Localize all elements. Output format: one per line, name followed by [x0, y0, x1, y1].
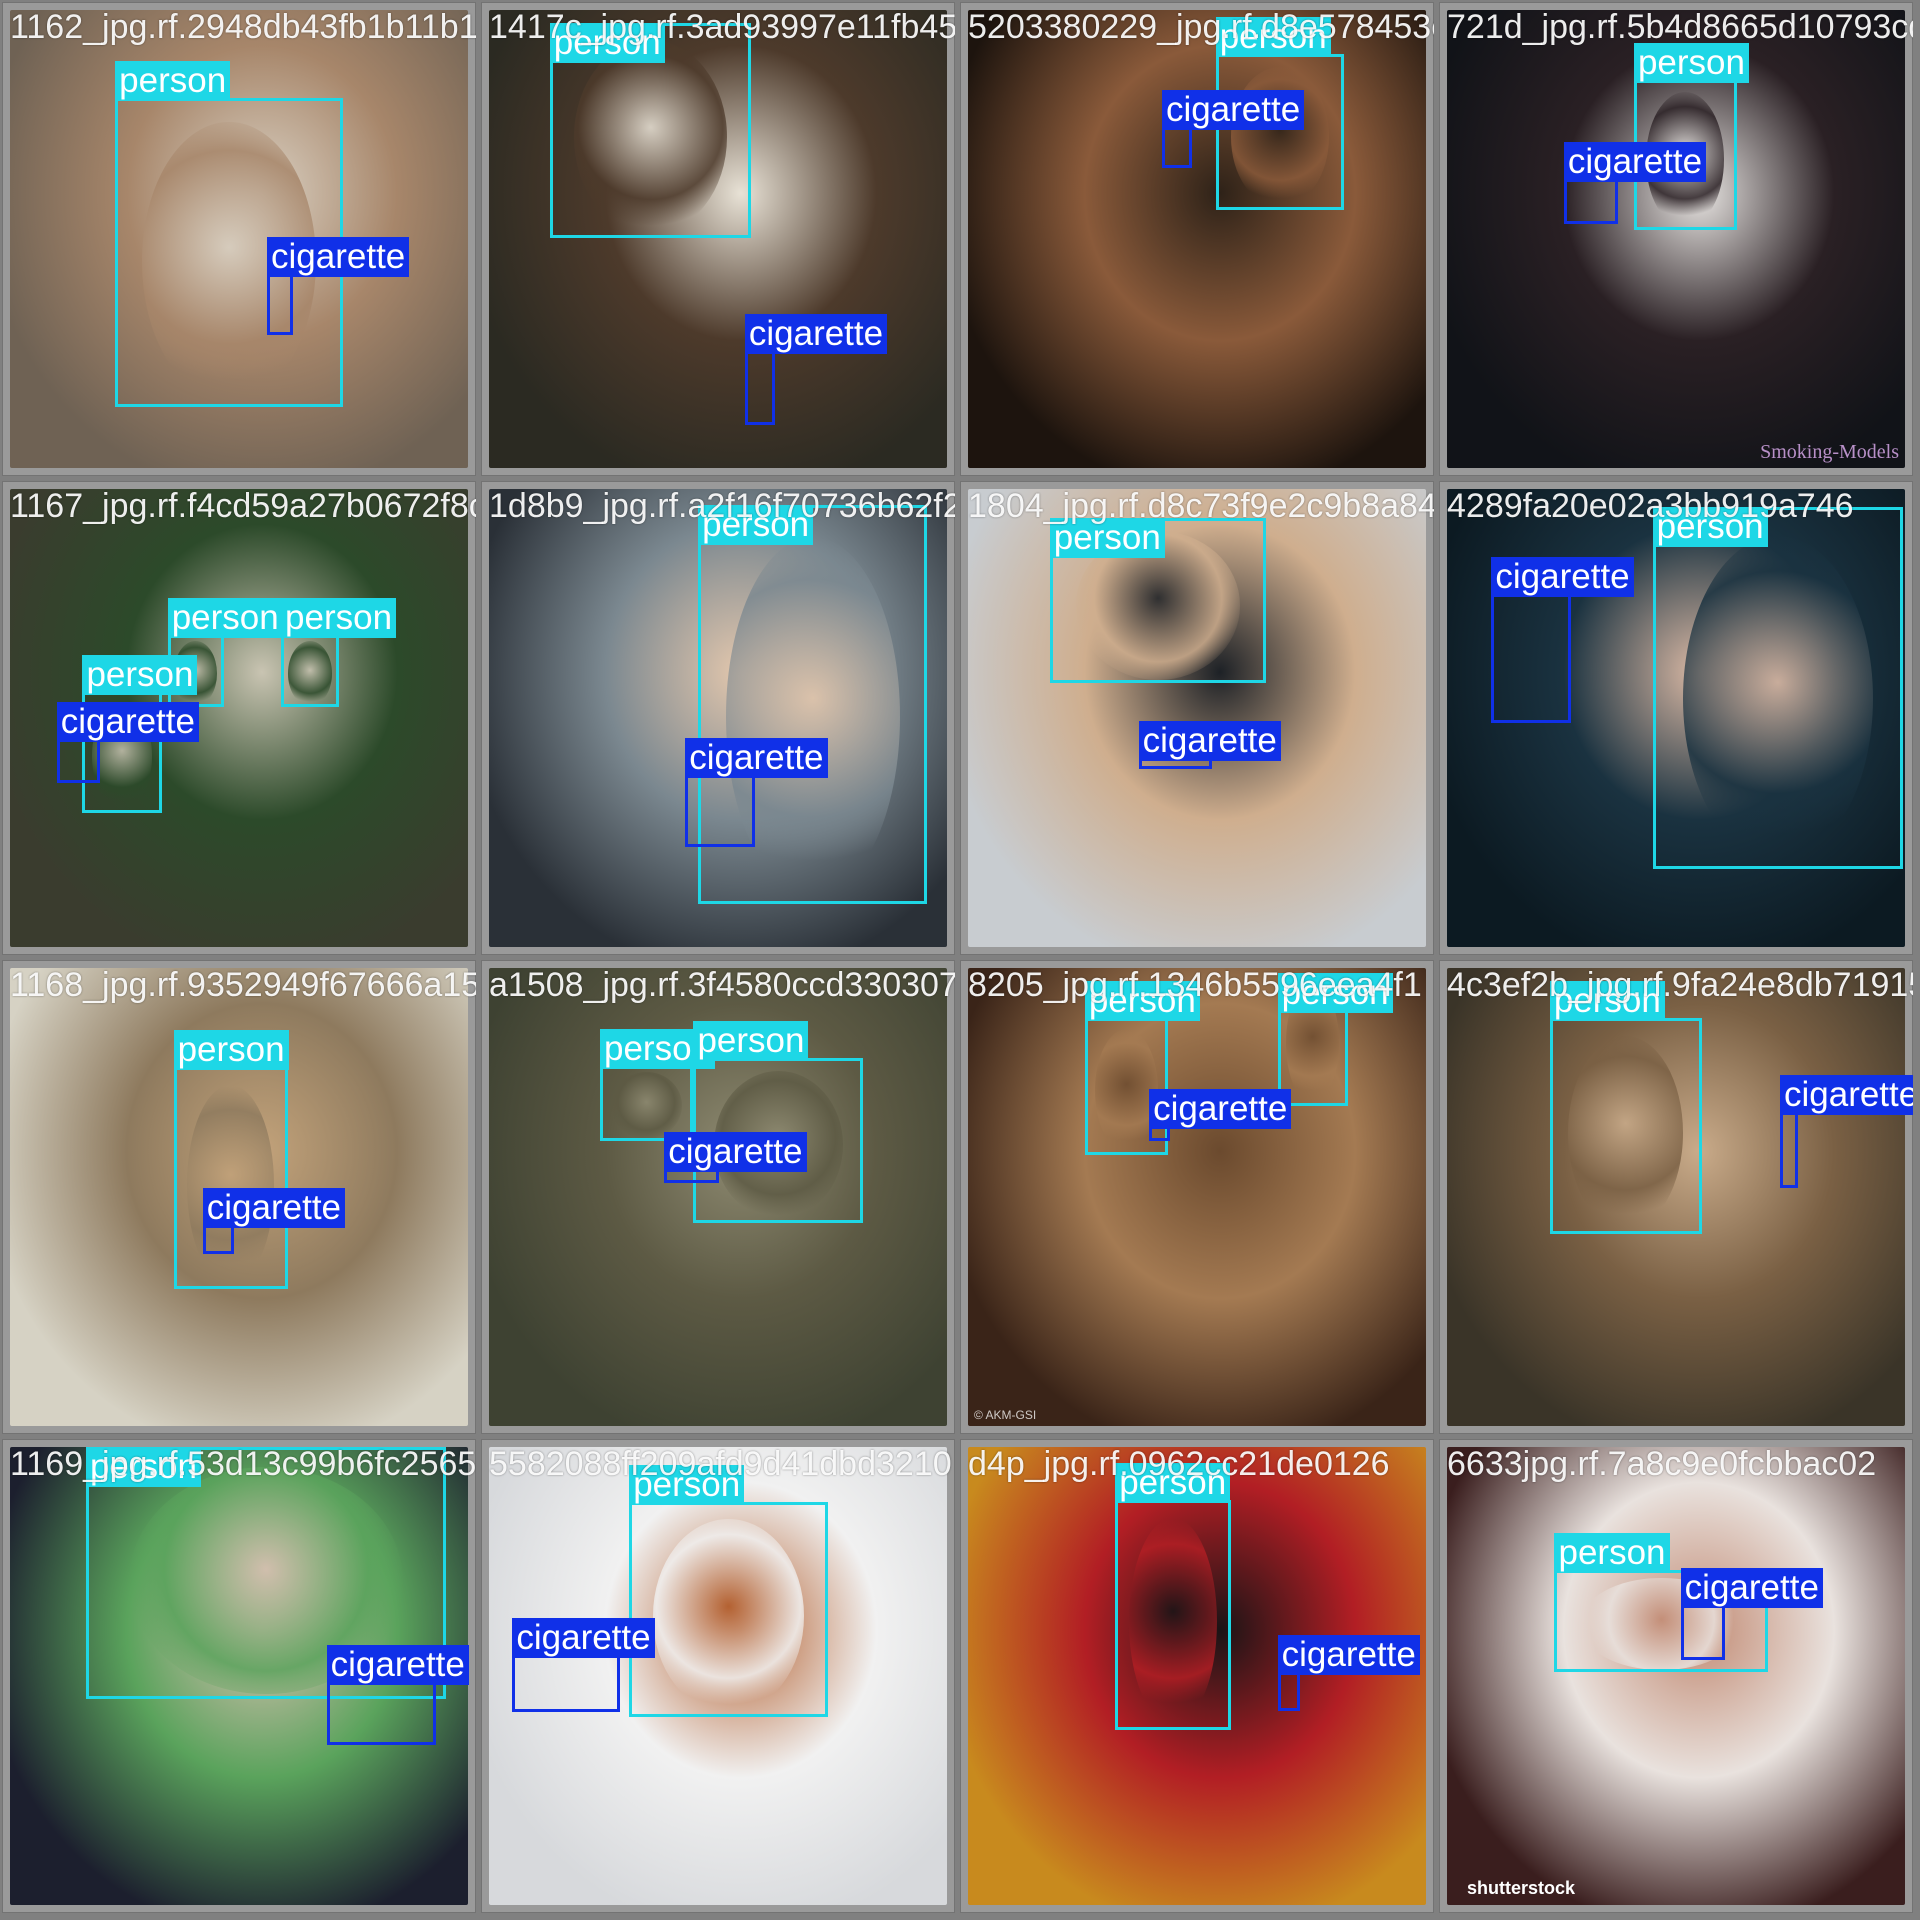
mosaic-tile: person cigarette 1169_jpg.rf.53d13c99b6fc2…	[2, 1439, 476, 1913]
cigarette-detection-box: cigarette	[685, 738, 828, 847]
detection-label: cigarette	[1277, 1635, 1420, 1676]
person-detection-box: person	[1049, 518, 1266, 683]
person-detection-box: person	[1652, 506, 1903, 869]
detection-label: person	[281, 598, 397, 639]
photo-watermark: shutterstock	[1467, 1878, 1576, 1898]
cigarette-detection-box: cigarette	[1149, 1088, 1292, 1141]
cigarette-detection-box: cigarette	[202, 1188, 346, 1255]
cigarette-detection-box: cigarette	[1779, 1074, 1913, 1188]
cigarette-detection-box: cigarette	[744, 314, 888, 425]
detection-label: cigarette	[56, 702, 199, 743]
cigarette-detection-box: cigarette	[1277, 1635, 1420, 1712]
detection-label: cigarette	[1161, 89, 1305, 130]
mosaic-tile: person cigarette 1d8b9_jpg.rf.a2f16f70736b…	[481, 481, 955, 955]
cigarette-detection-box: cigarette	[1138, 720, 1281, 770]
detection-label: cigarette	[1138, 720, 1281, 761]
mosaic-tile: person person cigarette a1508_jpg.rf.3f4580…	[481, 960, 955, 1434]
detection-label: person	[698, 505, 814, 546]
cigarette-detection-box: cigarette	[267, 237, 410, 335]
cigarette-detection-box: cigarette	[1161, 89, 1305, 168]
mosaic-tile: person cigarette shutterstock 6633jpg.rf.7a…	[1439, 1439, 1913, 1913]
detection-label: cigarette	[685, 738, 828, 779]
detection-label: cigarette	[1149, 1088, 1292, 1129]
detection-label: cigarette	[1779, 1074, 1913, 1115]
mosaic-tile: person person cigarette © AKM-GSI 8205_jpg.r…	[960, 960, 1434, 1434]
mosaic-tile: person cigarette 1804_jpg.rf.d8c73f9e2c9b8…	[960, 481, 1434, 955]
detection-label: person	[82, 655, 198, 696]
mosaic-tile: person cigarette 5203380229_jpg.rf.d8e5784…	[960, 2, 1434, 476]
person-detection-box: person	[173, 1030, 289, 1290]
detection-label: cigarette	[202, 1188, 346, 1229]
person-detection-box: person	[1277, 972, 1393, 1106]
cigarette-detection-box: cigarette	[512, 1617, 655, 1713]
mosaic-tile: person cigarette 1168_jpg.rf.9352949f67666…	[2, 960, 476, 1434]
cigarette-detection-box: cigarette	[664, 1131, 807, 1183]
detection-label: person	[1633, 43, 1749, 84]
detection-label: cigarette	[664, 1131, 807, 1172]
detection-label: person	[1084, 981, 1200, 1022]
detection-label: cigarette	[1491, 557, 1634, 598]
detection-label: person	[629, 1464, 745, 1505]
cigarette-detection-box: cigarette	[56, 702, 199, 784]
detection-label: person	[1652, 506, 1768, 547]
mosaic-tile: person cigarette 1162_jpg.rf.2948db43fb1b1…	[2, 2, 476, 476]
cigarette-detection-box: cigarette	[1563, 142, 1707, 224]
mosaic-tile: person cigarette d4p_jpg.rf.0962cc21de0126	[960, 1439, 1434, 1913]
photo-watermark: © AKM-GSI	[974, 1408, 1037, 1422]
detection-label: person	[1049, 518, 1165, 559]
person-detection-box: person	[629, 1464, 828, 1717]
detection-label: cigarette	[1680, 1567, 1823, 1608]
detection-label: person	[1549, 981, 1665, 1022]
detection-label: cigarette	[512, 1617, 655, 1658]
photo	[1447, 1447, 1905, 1905]
photo	[968, 968, 1426, 1426]
mosaic-tile: person cigarette 5582088ff209afd9d41dbd321…	[481, 1439, 955, 1913]
detection-label: cigarette	[744, 314, 888, 355]
person-detection-box: person	[1215, 17, 1345, 210]
detection-label: person	[1277, 972, 1393, 1013]
mosaic-tile: person cigarette 4289fa20e02a3bb919a746	[1439, 481, 1913, 955]
detection-label: person	[1554, 1532, 1670, 1573]
photo	[968, 10, 1426, 468]
detection-label: person	[693, 1020, 809, 1061]
mosaic-tile: person person person cigarette 1167_jpg.rf.f…	[2, 481, 476, 955]
detection-label: person	[1115, 1462, 1231, 1503]
person-detection-box: person	[549, 22, 751, 238]
detection-mosaic: person cigarette 1162_jpg.rf.2948db43fb1b1…	[0, 0, 1920, 1920]
mosaic-tile: person cigarette 4c3ef2b_jpg.rf.9fa24e8db7…	[1439, 960, 1913, 1434]
mosaic-tile: person cigarette Smoking-Models 721d_jpg.rf…	[1439, 2, 1913, 476]
detection-label: person	[173, 1030, 289, 1071]
detection-label: person	[115, 60, 231, 101]
cigarette-detection-box: cigarette	[1680, 1567, 1823, 1660]
photo-watermark: Smoking-Models	[1760, 441, 1899, 463]
detection-label: cigarette	[326, 1644, 469, 1685]
cigarette-detection-box: cigarette	[326, 1644, 469, 1745]
person-detection-box: person	[281, 598, 397, 708]
detection-label: person	[549, 22, 665, 63]
cigarette-detection-box: cigarette	[1491, 557, 1634, 723]
detection-label: cigarette	[1563, 142, 1707, 183]
person-detection-box: person	[1549, 981, 1702, 1235]
detection-label: person	[85, 1447, 201, 1487]
mosaic-tile: person cigarette 1417c_jpg.rf.3ad93997e11f…	[481, 2, 955, 476]
person-detection-box: person	[1115, 1462, 1231, 1730]
detection-label: cigarette	[267, 237, 410, 278]
person-detection-box: person	[599, 1029, 716, 1141]
detection-label: person	[1215, 17, 1331, 58]
detection-label: person	[167, 598, 283, 639]
